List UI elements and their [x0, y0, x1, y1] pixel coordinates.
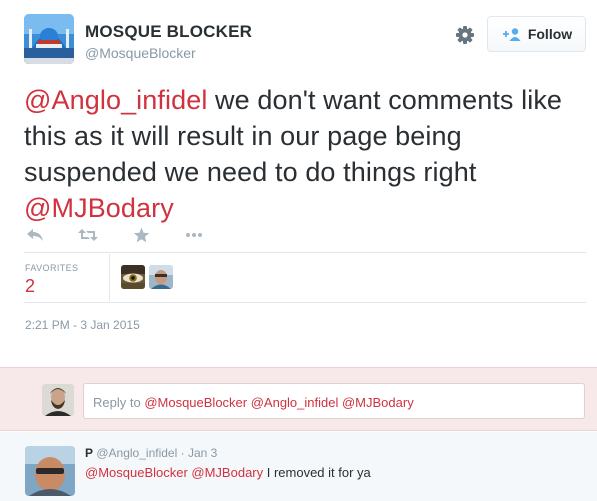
tweet-detail: MOSQUE BLOCKER @MosqueBlocker Follow @An…: [0, 0, 597, 367]
reply-author-avatar[interactable]: [25, 446, 75, 496]
divider: [24, 302, 586, 303]
display-name[interactable]: MOSQUE BLOCKER: [85, 22, 252, 42]
follow-button[interactable]: Follow: [487, 16, 586, 52]
reply-author-handle[interactable]: @Anglo_infidel: [96, 446, 177, 460]
favorites-count[interactable]: 2: [25, 276, 35, 297]
divider: [109, 254, 110, 301]
retweet-icon[interactable]: [77, 224, 99, 246]
mention-link[interactable]: @Anglo_infidel: [24, 85, 207, 115]
reply-prefix: Reply to: [93, 395, 145, 410]
timestamp[interactable]: 2:21 PM - 3 Jan 2015: [25, 318, 140, 332]
reply-box: Reply to @MosqueBlocker @Anglo_infidel @…: [0, 367, 597, 431]
more-icon[interactable]: [183, 224, 205, 246]
divider: [24, 252, 586, 253]
reply-mentions: @MosqueBlocker @Anglo_infidel @MJBodary: [144, 395, 414, 410]
favorites-label: FAVORITES: [25, 263, 79, 273]
user-avatar[interactable]: [24, 14, 74, 64]
add-user-icon: [501, 27, 523, 41]
screen-name[interactable]: @MosqueBlocker: [85, 45, 196, 61]
reply-mentions[interactable]: @MosqueBlocker @MJBodary: [85, 465, 263, 480]
reply-header: P @Anglo_infidel · Jan 3: [85, 446, 217, 460]
separator: ·: [177, 446, 188, 460]
favoriter-avatar[interactable]: [121, 265, 145, 289]
reply-body: I removed it for ya: [263, 465, 371, 480]
reply-input[interactable]: Reply to @MosqueBlocker @Anglo_infidel @…: [83, 383, 585, 419]
mention-link[interactable]: @MJBodary: [24, 193, 174, 223]
reply-author-name[interactable]: P: [85, 446, 93, 460]
current-user-avatar: [42, 384, 74, 416]
gear-icon[interactable]: [452, 22, 478, 48]
tweet-actions: [24, 224, 236, 246]
reply-text: @MosqueBlocker @MJBodary I removed it fo…: [85, 465, 371, 480]
reply-date[interactable]: Jan 3: [188, 446, 217, 460]
favoriter-avatar[interactable]: [149, 265, 173, 289]
reply-tweet[interactable]: P @Anglo_infidel · Jan 3 @MosqueBlocker …: [0, 432, 597, 501]
tweet-text: @Anglo_infidel we don't want comments li…: [24, 82, 584, 226]
favorite-icon[interactable]: [130, 224, 152, 246]
follow-label: Follow: [527, 26, 573, 42]
reply-icon[interactable]: [24, 224, 46, 246]
